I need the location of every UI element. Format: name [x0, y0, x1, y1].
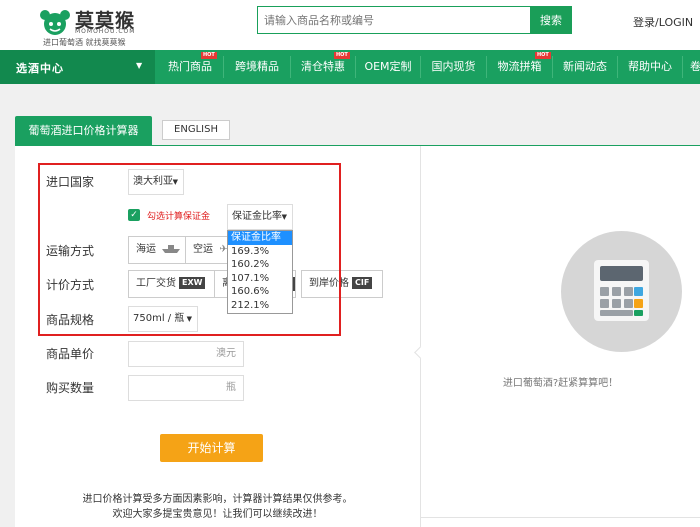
login-link[interactable]: 登录/LOGIN [633, 14, 693, 30]
hot-badge: HOT [334, 52, 350, 59]
main-nav: 选酒中心 ▼ 热门商品 HOT 跨境精品 清仓特惠 HOT OEM定制 国内现货… [0, 50, 700, 84]
quantity-unit: 瓶 [226, 382, 236, 393]
nav-item-news[interactable]: 新闻动态 [553, 50, 617, 84]
calculator-icon [594, 260, 649, 321]
search-input[interactable] [257, 6, 530, 34]
quantity-label: 购买数量 [46, 381, 95, 395]
unit-price-input[interactable]: 澳元 [128, 341, 244, 367]
disclaimer-line-1: 进口价格计算受多方面因素影响，计算器计算结果仅供参考。 [82, 494, 353, 505]
bottom-divider [421, 517, 700, 518]
search-button[interactable]: 搜索 [530, 6, 572, 34]
deposit-rate-option[interactable]: 160.2% [228, 258, 292, 272]
quantity-input[interactable]: 瓶 [128, 375, 244, 401]
unit-price-label: 商品单价 [46, 347, 95, 361]
logo[interactable]: 莫莫猴 MOMOHOU.COM 进口葡萄酒 就找莫莫猴 [37, 6, 167, 47]
nav-item-help[interactable]: 帮助中心 [618, 50, 682, 84]
nav-separator [682, 56, 683, 78]
calculator-illustration [561, 231, 682, 352]
disclaimer-line-2: 欢迎大家多提宝贵意见！让我们可以继续改进！ [112, 509, 323, 520]
deposit-rate-option[interactable]: 169.3% [228, 245, 292, 259]
hot-badge: HOT [201, 52, 217, 59]
deposit-rate-option[interactable]: 212.1% [228, 299, 292, 313]
category-menu[interactable]: 选酒中心 ▼ [0, 50, 155, 84]
hot-badge: HOT [535, 52, 551, 59]
tab-english[interactable]: ENGLISH [162, 120, 230, 140]
cif-tag: CIF [352, 277, 373, 289]
logo-domain: MOMOHOU.COM [75, 28, 136, 35]
category-menu-label: 选酒中心 [16, 62, 64, 75]
tab-wine-calculator[interactable]: 葡萄酒进口价格计算器 [15, 116, 152, 146]
monkey-logo-icon [40, 10, 70, 35]
deposit-rate-dropdown: 保证金比率 169.3% 160.2% 107.1% 160.6% 212.1% [227, 230, 293, 314]
deposit-rate-option[interactable]: 保证金比率 [228, 231, 292, 245]
chevron-down-icon: ▼ [136, 61, 143, 70]
deposit-rate-option[interactable]: 107.1% [228, 272, 292, 286]
highlight-annotation-box [38, 163, 341, 336]
nav-item-oem[interactable]: OEM定制 [356, 50, 420, 84]
deposit-rate-option[interactable]: 160.6% [228, 285, 292, 299]
start-calculation-button[interactable]: 开始计算 [160, 434, 263, 462]
logo-slogan: 进口葡萄酒 就找莫莫猴 [43, 38, 126, 47]
unit-price-unit: 澳元 [216, 348, 236, 359]
nav-item-truncated[interactable]: 卷 [690, 50, 700, 84]
site-header: 莫莫猴 MOMOHOU.COM 进口葡萄酒 就找莫莫猴 搜索 登录/LOGIN [0, 0, 700, 50]
nav-item-local-stock[interactable]: 国内现货 [421, 50, 486, 84]
nav-item-cross-border[interactable]: 跨境精品 [224, 50, 290, 84]
calculator-caption: 进口葡萄酒?赶紧算算吧！ [502, 378, 619, 389]
